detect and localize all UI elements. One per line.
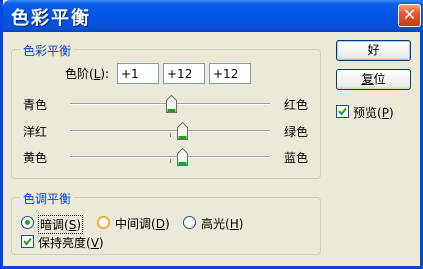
preserve-luminosity-checkbox[interactable] bbox=[21, 235, 34, 248]
yellow-blue-center-tick bbox=[170, 159, 171, 163]
shadows-label: 暗调(S) bbox=[38, 215, 83, 234]
slider-right-label-blue: 蓝色 bbox=[284, 151, 309, 165]
checkmark-icon bbox=[23, 237, 32, 246]
ok-button[interactable]: 好 bbox=[336, 40, 411, 61]
reset-button[interactable]: 复位 bbox=[336, 69, 411, 90]
preview-checkbox[interactable] bbox=[336, 105, 349, 118]
slider-right-label-green: 绿色 bbox=[284, 125, 309, 139]
window-title: 色彩平衡 bbox=[11, 8, 91, 29]
levels-yellow-blue-input[interactable] bbox=[209, 63, 251, 84]
preserve-luminosity-label: 保持亮度(V) bbox=[38, 236, 104, 250]
slider-left-label-magenta: 洋红 bbox=[23, 125, 48, 139]
magenta-green-center-tick bbox=[170, 133, 171, 137]
preview-label: 预览(P) bbox=[353, 106, 394, 120]
title-bar[interactable]: 色彩平衡 ✕ bbox=[3, 0, 423, 32]
midtones-label: 中间调(D) bbox=[115, 217, 170, 231]
magenta-green-slider-thumb[interactable] bbox=[176, 122, 188, 140]
close-icon[interactable]: ✕ bbox=[398, 4, 421, 27]
highlights-label: 高光(H) bbox=[201, 217, 244, 231]
levels-cyan-red-input[interactable] bbox=[117, 63, 159, 84]
shadows-radio[interactable] bbox=[21, 216, 34, 229]
levels-label: 色阶(L): bbox=[65, 67, 110, 81]
yellow-blue-slider-thumb[interactable] bbox=[176, 148, 188, 166]
tone-balance-legend: 色调平衡 bbox=[20, 190, 75, 207]
yellow-blue-slider-track[interactable] bbox=[70, 156, 270, 158]
color-balance-group: 色彩平衡 色阶(L): 青色 红色 洋红 绿色 黄色 蓝色 bbox=[11, 42, 321, 179]
midtones-radio[interactable] bbox=[97, 216, 110, 229]
magenta-green-slider-track[interactable] bbox=[70, 130, 270, 132]
slider-left-label-yellow: 黄色 bbox=[23, 151, 48, 165]
highlights-radio[interactable] bbox=[183, 216, 196, 229]
slider-left-label-cyan: 青色 bbox=[23, 98, 48, 112]
levels-magenta-green-input[interactable] bbox=[163, 63, 205, 84]
checkmark-icon bbox=[338, 107, 347, 116]
tone-balance-group: 色调平衡 暗调(S) 中间调(D) 高光(H) 保持亮度(V) bbox=[11, 190, 321, 255]
color-balance-legend: 色彩平衡 bbox=[20, 42, 75, 59]
slider-right-label-red: 红色 bbox=[284, 98, 309, 112]
color-balance-dialog: 色彩平衡 ✕ 色彩平衡 色阶(L): 青色 红色 洋红 绿色 黄色 蓝色 色调平… bbox=[0, 0, 423, 269]
cyan-red-slider-thumb[interactable] bbox=[165, 95, 177, 113]
